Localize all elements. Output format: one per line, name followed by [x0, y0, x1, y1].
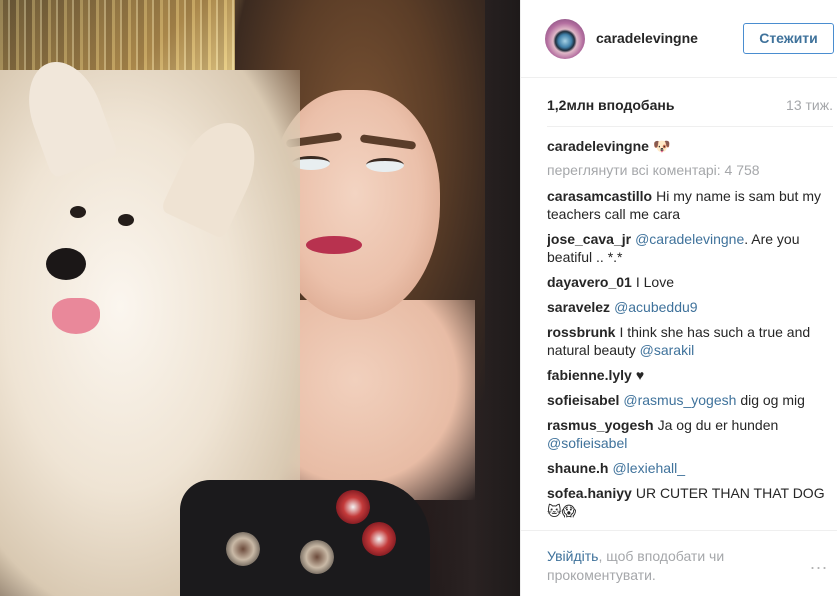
comment-username[interactable]: rossbrunk — [547, 324, 615, 340]
comment-item: rasmus_yogesh Ja og du er hunden @sofieis… — [547, 416, 833, 452]
post-age[interactable]: 13 тиж. — [786, 97, 833, 113]
comment-username[interactable]: jose_cava_jr — [547, 231, 631, 247]
avatar[interactable] — [545, 19, 585, 59]
comment-username[interactable]: sofieisabel — [547, 392, 619, 408]
photo-dress-flower — [362, 522, 396, 556]
login-link[interactable]: Увійдіть — [547, 548, 598, 564]
photo-dress-flower — [226, 532, 260, 566]
comment-text: I Love — [635, 274, 674, 290]
post-username[interactable]: caradelevingne — [596, 30, 698, 46]
comment-mention[interactable]: @sofieisabel — [547, 435, 627, 451]
photo-dog-nose — [46, 248, 86, 280]
caption-text: 🐶 — [652, 138, 671, 154]
comment-username[interactable]: rasmus_yogesh — [547, 417, 654, 433]
post-footer: Увійдіть, щоб вподобати чи прокоментуват… — [521, 530, 837, 596]
comment-item: fabienne.lyly ♥ — [547, 366, 833, 384]
comment-text: Ja og du er hunden — [657, 417, 779, 433]
comment-mention[interactable]: @sarakil — [640, 342, 695, 358]
comment-mention[interactable]: @rasmus_yogesh — [623, 392, 736, 408]
comment-item: shaune.h @lexiehall_ — [547, 459, 833, 477]
photo-dress-flower — [300, 540, 334, 574]
comment-item: rossbrunk I think she has such a true and… — [547, 323, 833, 359]
comment-item: sofea.haniyy UR CUTER THAN THAT DOG 🐱😱 — [547, 484, 833, 520]
comment-mention[interactable]: @caradelevingne — [635, 231, 744, 247]
comments-list: caradelevingne 🐶 переглянути всі коментар… — [547, 126, 833, 530]
comment-text: ♥ — [635, 367, 645, 383]
comment-item: dayavero_01 I Love — [547, 273, 833, 291]
comment-username[interactable]: carasamcastillo — [547, 188, 652, 204]
post-header: caradelevingne Стежити — [521, 0, 837, 78]
post-caption: caradelevingne 🐶 — [547, 137, 833, 155]
photo-lips — [306, 236, 362, 254]
caption-username[interactable]: caradelevingne — [547, 138, 649, 154]
comment-mention[interactable]: @acubeddu9 — [614, 299, 698, 315]
login-prompt: Увійдіть, щоб вподобати чи прокоментуват… — [547, 547, 777, 585]
comment-text: dig og mig — [740, 392, 805, 408]
comment-item: jose_cava_jr @caradelevingne. Are you bea… — [547, 230, 833, 266]
comment-item: carasamcastillo Hi my name is sam but my … — [547, 187, 833, 223]
post-side-panel: caradelevingne Стежити 1,2млн вподобань … — [520, 0, 837, 596]
comment-mention[interactable]: @lexiehall_ — [612, 460, 685, 476]
likes-count[interactable]: 1,2млн вподобань — [547, 97, 674, 113]
post-photo[interactable] — [0, 0, 520, 596]
follow-button[interactable]: Стежити — [743, 23, 834, 54]
photo-dress-flower — [336, 490, 370, 524]
comment-item: saravelez @acubeddu9 — [547, 298, 833, 316]
comment-username[interactable]: fabienne.lyly — [547, 367, 632, 383]
comment-username[interactable]: shaune.h — [547, 460, 608, 476]
comment-item: sofieisabel @rasmus_yogesh dig og mig — [547, 391, 833, 409]
photo-dog-tongue — [52, 298, 100, 334]
comment-username[interactable]: dayavero_01 — [547, 274, 632, 290]
view-all-comments-link[interactable]: переглянути всі коментарі: 4 758 — [547, 162, 833, 178]
likes-row: 1,2млн вподобань 13 тиж. — [547, 97, 833, 117]
comment-username[interactable]: saravelez — [547, 299, 610, 315]
photo-eye — [366, 158, 404, 172]
more-options-icon[interactable]: ... — [810, 553, 828, 574]
photo-dog-eye — [118, 214, 134, 226]
comment-username[interactable]: sofea.haniyy — [547, 485, 632, 501]
photo-dog-eye — [70, 206, 86, 218]
